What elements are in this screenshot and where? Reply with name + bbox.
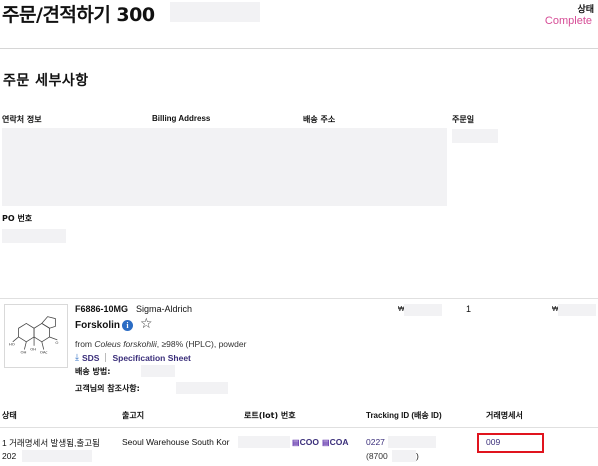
redacted-order-number: [170, 2, 260, 22]
redacted-lot-number: [238, 436, 290, 448]
coo-label: COO: [299, 437, 319, 447]
svg-text:OAc: OAc: [40, 349, 48, 354]
download-icon: ⤓: [75, 352, 79, 362]
document-links: ⤓ SDS Specification Sheet: [75, 352, 191, 363]
product-description: from Coleus forskohlii, ≥98% (HPLC), pow…: [75, 339, 246, 349]
sds-link[interactable]: SDS: [82, 353, 99, 363]
redacted-tracking-id: [388, 436, 436, 448]
redacted-total-price: [558, 304, 596, 316]
tracking-id-secondary: (8700: [366, 451, 388, 461]
page-title: 주문/견적하기 300: [2, 4, 155, 26]
specification-sheet-link[interactable]: Specification Sheet: [112, 353, 190, 363]
redacted-tracking-secondary: [392, 450, 416, 462]
section-title: 주문 세부사항: [3, 73, 89, 89]
product-name[interactable]: Forskolin: [75, 320, 120, 331]
row-warehouse: Seoul Warehouse South Kor: [122, 437, 230, 447]
redacted-address-block: [2, 128, 447, 206]
tracking-id-link[interactable]: 0227: [366, 437, 385, 447]
redacted-customer-reference: [176, 382, 228, 394]
status-value: Complete: [544, 15, 592, 27]
svg-text:OH: OH: [21, 349, 27, 354]
item-divider: [0, 298, 598, 299]
quantity-value: 1: [466, 304, 472, 314]
info-icon[interactable]: i: [122, 320, 133, 331]
product-structure-image[interactable]: HO OH OAc O OH: [4, 304, 68, 368]
redacted-status-date: [22, 450, 92, 462]
desc-prefix: from: [75, 339, 95, 349]
svg-text:HO: HO: [9, 342, 15, 347]
col-header-status: 상태: [2, 411, 17, 420]
tracking-close-paren: ): [416, 451, 419, 461]
link-separator: [105, 353, 107, 362]
order-date-heading: 주문일: [452, 115, 475, 124]
svg-text:O: O: [55, 340, 58, 345]
redacted-po-number: [2, 229, 66, 243]
customer-reference-label: 고객님의 참조사항:: [75, 384, 140, 393]
document-icon: ▤: [322, 438, 330, 447]
status-label: 상태: [577, 5, 594, 15]
po-number-label: PO 번호: [2, 214, 33, 223]
coa-label: COA: [329, 437, 349, 447]
col-header-tracking: Tracking ID (배송 ID): [366, 411, 442, 420]
redacted-order-date: [452, 129, 498, 143]
favorite-star-icon[interactable]: ☆: [140, 316, 153, 332]
svg-text:OH: OH: [30, 347, 36, 352]
document-icon: ▤: [292, 438, 300, 447]
col-header-invoice: 거래명세서: [486, 411, 523, 420]
billing-address-heading: Billing Address: [152, 114, 211, 123]
col-header-lot: 로트(lot) 번호: [244, 411, 296, 420]
coa-link[interactable]: ▤COA: [322, 437, 348, 447]
col-header-warehouse: 출고지: [122, 411, 145, 420]
shipping-method-label: 배송 방법:: [75, 367, 111, 376]
contact-info-heading: 연락처 정보: [2, 115, 42, 124]
header-divider: [0, 48, 598, 49]
coo-link[interactable]: ▤COO: [292, 437, 319, 447]
redacted-unit-price: [404, 304, 442, 316]
invoice-link[interactable]: 009: [486, 437, 500, 447]
row-status-line2: 202: [2, 451, 17, 461]
redacted-shipping-method: [141, 365, 175, 377]
shipping-address-heading: 배송 주소: [303, 115, 336, 124]
row-status-line1: 1 거래명세서 발생됨,출고됨: [2, 438, 100, 448]
desc-suffix: , ≥98% (HPLC), powder: [156, 339, 247, 349]
desc-species: Coleus forskohlii: [94, 339, 157, 349]
product-brand: Sigma-Aldrich: [136, 304, 193, 314]
table-header-divider: [0, 427, 598, 428]
product-sku[interactable]: F6886-10MG: [75, 304, 128, 314]
molecule-structure-icon: HO OH OAc O OH: [9, 316, 58, 354]
